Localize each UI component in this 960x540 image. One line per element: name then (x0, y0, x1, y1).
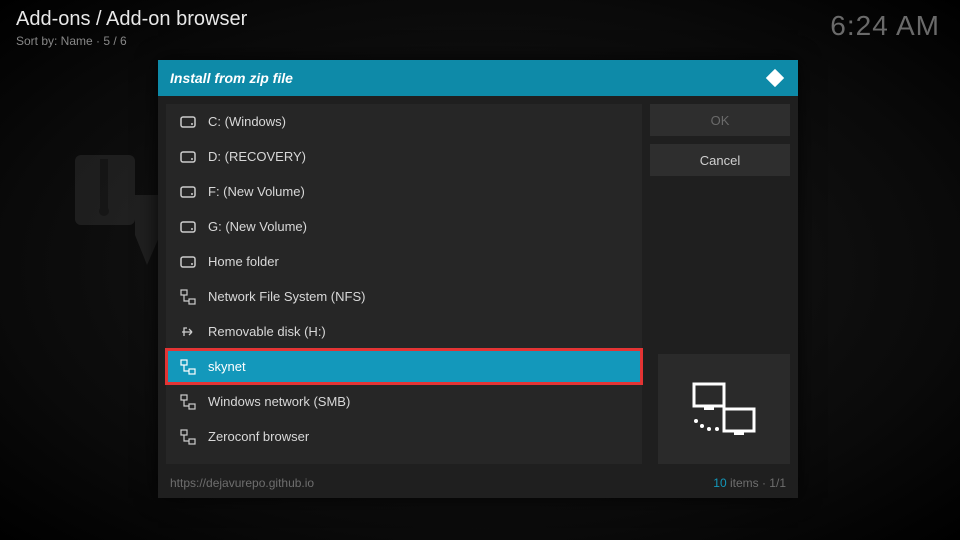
source-item-label: Zeroconf browser (208, 429, 309, 444)
source-item-home-folder[interactable]: Home folder (166, 244, 642, 279)
source-item-f-newvolume[interactable]: F: (New Volume) (166, 174, 642, 209)
source-item-smb[interactable]: Windows network (SMB) (166, 384, 642, 419)
dialog-body: C: (Windows) D: (RECOVERY) F: (New Volum… (158, 96, 798, 472)
drive-icon (180, 219, 196, 235)
drive-icon (180, 114, 196, 130)
network-icon (180, 289, 196, 305)
source-item-removable-h[interactable]: Removable disk (H:) (166, 314, 642, 349)
ok-button[interactable]: OK (650, 104, 790, 136)
dialog-title: Install from zip file (170, 70, 293, 86)
network-icon (180, 359, 196, 375)
install-from-zip-dialog: Install from zip file C: (Windows) D: (R… (158, 60, 798, 498)
drive-icon (180, 149, 196, 165)
source-item-label: D: (RECOVERY) (208, 149, 306, 164)
network-icon (180, 394, 196, 410)
source-item-g-newvolume[interactable]: G: (New Volume) (166, 209, 642, 244)
source-item-c-windows[interactable]: C: (Windows) (166, 104, 642, 139)
zip-background-icon (70, 155, 160, 265)
source-item-label: Network File System (NFS) (208, 289, 365, 304)
sort-by-label: Sort by: Name · 5 / 6 (16, 34, 127, 48)
file-source-list: C: (Windows) D: (RECOVERY) F: (New Volum… (166, 104, 642, 464)
source-item-zeroconf[interactable]: Zeroconf browser (166, 419, 642, 454)
dialog-right-pane: OK Cancel (650, 104, 790, 464)
dialog-header: Install from zip file (158, 60, 798, 96)
source-item-label: F: (New Volume) (208, 184, 305, 199)
preview-thumbnail (658, 354, 790, 464)
kodi-logo-icon (764, 67, 786, 89)
footer-path: https://dejavurepo.github.io (170, 476, 314, 490)
network-icon (180, 429, 196, 445)
source-item-label: Home folder (208, 254, 279, 269)
cancel-button[interactable]: Cancel (650, 144, 790, 176)
source-item-label: G: (New Volume) (208, 219, 307, 234)
drive-icon (180, 254, 196, 270)
source-item-label: C: (Windows) (208, 114, 286, 129)
source-item-skynet[interactable]: skynet (166, 349, 642, 384)
footer-item-count: 10 items · 1/1 (713, 476, 786, 490)
usb-icon (180, 324, 196, 340)
breadcrumb: Add-ons / Add-on browser (16, 8, 247, 31)
source-item-d-recovery[interactable]: D: (RECOVERY) (166, 139, 642, 174)
drive-icon (180, 184, 196, 200)
source-item-nfs[interactable]: Network File System (NFS) (166, 279, 642, 314)
dialog-footer: https://dejavurepo.github.io 10 items · … (158, 472, 798, 498)
source-item-label: Removable disk (H:) (208, 324, 326, 339)
source-item-label: skynet (208, 359, 246, 374)
source-item-label: Windows network (SMB) (208, 394, 350, 409)
clock: 6:24 AM (830, 10, 940, 42)
